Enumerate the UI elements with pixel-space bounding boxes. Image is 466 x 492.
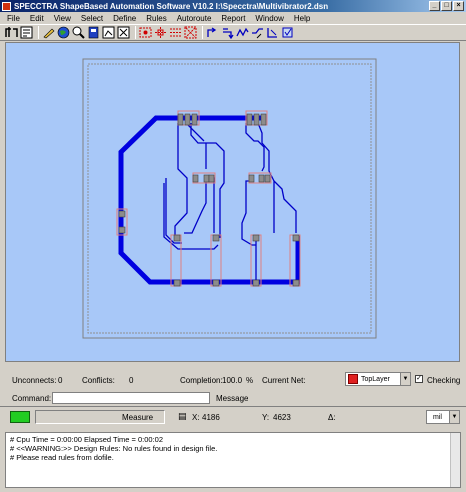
status-indicator bbox=[10, 411, 30, 423]
window-title: SPECCTRA ShapeBased Automation Software … bbox=[14, 1, 329, 11]
menu-report[interactable]: Report bbox=[216, 14, 250, 23]
toolbar bbox=[0, 24, 466, 41]
x-value: 4186 bbox=[202, 413, 220, 422]
checking-label: Checking bbox=[427, 376, 461, 385]
layer-dropdown-value: TopLayer bbox=[361, 375, 390, 383]
menu-bar: File Edit View Select Define Rules Autor… bbox=[0, 12, 466, 24]
toolbar-separator bbox=[38, 26, 39, 39]
push-icon[interactable] bbox=[221, 26, 234, 39]
title-bar: SPECCTRA ShapeBased Automation Software … bbox=[0, 0, 466, 12]
toolbar-separator bbox=[202, 26, 203, 39]
measure-row: Measure ▤ X: 4186 Y: 4623 Δ: mil ▼ bbox=[0, 406, 466, 426]
command-input[interactable] bbox=[52, 392, 210, 404]
console-scrollbar[interactable] bbox=[450, 433, 460, 487]
wire-icon[interactable] bbox=[236, 26, 249, 39]
maximize-button[interactable]: □ bbox=[441, 1, 452, 11]
units-dropdown[interactable]: mil ▼ bbox=[426, 410, 460, 424]
globe-icon[interactable] bbox=[57, 26, 70, 39]
move-icon[interactable] bbox=[184, 26, 197, 39]
units-dropdown-value: mil bbox=[433, 413, 442, 421]
edit-icon[interactable] bbox=[117, 26, 130, 39]
layers-icon[interactable] bbox=[87, 26, 100, 39]
menu-define[interactable]: Define bbox=[108, 14, 141, 23]
y-label: Y: bbox=[262, 413, 270, 422]
pencil-icon[interactable] bbox=[42, 26, 55, 39]
current-net-label: Current Net: bbox=[262, 376, 306, 385]
board-outline bbox=[82, 58, 377, 339]
menu-select[interactable]: Select bbox=[76, 14, 108, 23]
conflicts-value: 0 bbox=[129, 376, 134, 385]
board-keepout bbox=[87, 63, 372, 334]
signal-trace bbox=[163, 178, 219, 250]
menu-view[interactable]: View bbox=[49, 14, 76, 23]
x-label: X: bbox=[192, 413, 200, 422]
calculator-icon[interactable]: ▤ bbox=[178, 411, 187, 422]
via-icon[interactable] bbox=[251, 26, 264, 39]
output-console[interactable]: # Cpu Time = 0:00:00 Elapsed Time = 0:00… bbox=[5, 432, 461, 488]
menu-file[interactable]: File bbox=[2, 14, 25, 23]
checking-checkbox[interactable]: ✓ bbox=[415, 375, 423, 383]
signal-trace bbox=[174, 123, 188, 238]
command-label: Command: bbox=[12, 394, 52, 403]
pcb-layout[interactable] bbox=[6, 43, 461, 363]
rotate-icon[interactable] bbox=[206, 26, 219, 39]
menu-rules[interactable]: Rules bbox=[141, 14, 171, 23]
fanout-icon[interactable] bbox=[154, 26, 167, 39]
message-label: Message: bbox=[216, 394, 251, 403]
signal-trace bbox=[212, 177, 215, 233]
toolbar-separator bbox=[135, 26, 136, 39]
console-line: # Please read rules from dofile. bbox=[10, 453, 114, 462]
menu-help[interactable]: Help bbox=[289, 14, 315, 23]
zoom-icon[interactable] bbox=[72, 26, 85, 39]
close-button[interactable]: × bbox=[453, 1, 464, 11]
select-rect-icon[interactable] bbox=[139, 26, 152, 39]
spread-icon[interactable] bbox=[266, 26, 279, 39]
menu-window[interactable]: Window bbox=[250, 14, 288, 23]
chevron-down-icon[interactable]: ▼ bbox=[449, 411, 459, 423]
layer-dropdown[interactable]: TopLayer ▼ bbox=[345, 372, 411, 386]
setup-icon[interactable] bbox=[20, 26, 33, 39]
mode-label: Measure bbox=[122, 413, 154, 422]
check-icon[interactable] bbox=[281, 26, 294, 39]
route-icon[interactable] bbox=[5, 26, 18, 39]
conflicts-label: Conflicts: bbox=[82, 376, 115, 385]
delta-label: Δ: bbox=[328, 413, 336, 422]
app-icon bbox=[2, 1, 11, 11]
unconnects-label: Unconnects: bbox=[12, 376, 57, 385]
layer-color-icon bbox=[348, 374, 358, 384]
signal-trace bbox=[185, 122, 207, 169]
status-row: Unconnects: 0 Conflicts: 0 Completion: 1… bbox=[0, 369, 466, 389]
message-field bbox=[248, 392, 460, 404]
menu-autoroute[interactable]: Autoroute bbox=[172, 14, 217, 23]
unconnects-value: 0 bbox=[58, 376, 63, 385]
design-canvas[interactable] bbox=[5, 42, 460, 362]
y-value: 4623 bbox=[273, 413, 291, 422]
window-icon[interactable] bbox=[102, 26, 115, 39]
console-line: # <<WARNING:>> Design Rules: No rules fo… bbox=[10, 444, 218, 453]
signal-trace bbox=[273, 180, 297, 233]
minimize-button[interactable]: _ bbox=[429, 1, 440, 11]
component-outline bbox=[116, 110, 301, 287]
pad bbox=[118, 113, 300, 287]
chevron-down-icon[interactable]: ▼ bbox=[400, 373, 410, 385]
command-row: Command: Message: bbox=[0, 389, 466, 407]
console-line: # Cpu Time = 0:00:00 Elapsed Time = 0:00… bbox=[10, 435, 164, 444]
completion-value: 100.0 bbox=[222, 376, 243, 385]
completion-label: Completion: bbox=[180, 376, 223, 385]
signal-trace bbox=[184, 177, 214, 234]
connect-icon[interactable] bbox=[169, 26, 182, 39]
completion-unit: % bbox=[246, 376, 254, 385]
menu-edit[interactable]: Edit bbox=[25, 14, 49, 23]
